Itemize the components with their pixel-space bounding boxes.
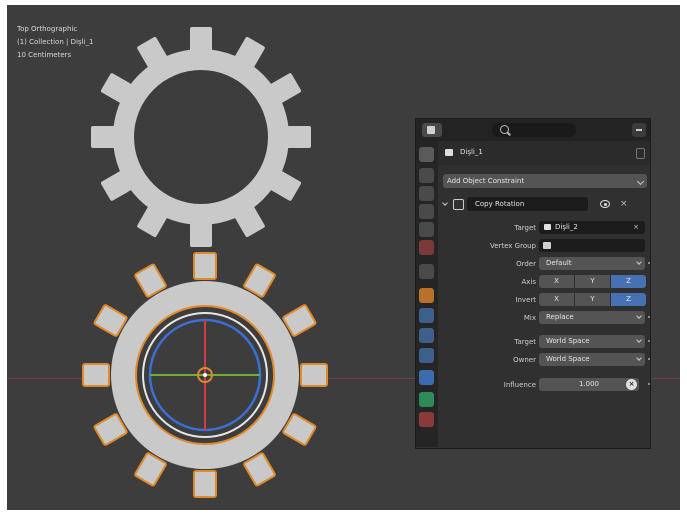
owner-space-label: Owner: [513, 356, 536, 364]
render-tab-icon[interactable]: [419, 168, 434, 183]
target-label: Target: [514, 224, 536, 232]
mix-value: Replace: [546, 313, 574, 321]
axis-y-toggle[interactable]: Y: [575, 275, 610, 288]
vertex-group-row: Vertex Group: [438, 239, 650, 253]
search-input[interactable]: [492, 123, 576, 137]
properties-panel: Dişli_1 Add Object Constraint Copy Rotat…: [415, 118, 651, 449]
panel-header: [416, 119, 650, 141]
vertex-group-label: Vertex Group: [489, 242, 536, 250]
order-row: Order Default: [438, 257, 650, 271]
invert-y-toggle[interactable]: Y: [575, 293, 610, 306]
vertex-group-field[interactable]: [539, 239, 645, 252]
delete-constraint-button[interactable]: ×: [620, 197, 628, 211]
target-space-value: World Space: [546, 337, 590, 345]
search-icon: [500, 125, 509, 134]
invert-row: Invert X Y Z: [438, 293, 650, 307]
tool-tab-icon[interactable]: [419, 147, 434, 162]
output-tab-icon[interactable]: [419, 186, 434, 201]
target-row: Target Dişli_2 ×: [438, 221, 650, 235]
owner-space-row: Owner World Space: [438, 353, 650, 367]
axis-label: Axis: [521, 278, 536, 286]
modifier-tab-icon[interactable]: [419, 308, 434, 323]
eye-icon[interactable]: [600, 200, 610, 208]
influence-slider[interactable]: 1.000: [539, 378, 639, 391]
gear-bottom-selected[interactable]: [82, 252, 328, 498]
invert-z-toggle[interactable]: Z: [611, 293, 646, 306]
add-object-constraint-button[interactable]: Add Object Constraint: [443, 174, 647, 188]
target-space-label: Target: [514, 338, 536, 346]
owner-space-value: World Space: [546, 355, 590, 363]
object-row: Dişli_1: [438, 141, 650, 165]
options-menu-icon[interactable]: [632, 123, 646, 137]
collapse-chevron-icon[interactable]: [442, 200, 448, 206]
scene-tab-icon[interactable]: [419, 222, 434, 237]
physics-tab-icon[interactable]: [419, 348, 434, 363]
chevron-down-icon: [636, 313, 642, 319]
object-name: Dişli_1: [460, 148, 483, 156]
collection-tab-icon[interactable]: [419, 264, 434, 279]
mix-row: Mix Replace: [438, 311, 650, 325]
keyframe-dot-icon[interactable]: [648, 262, 650, 264]
properties-tabs: [416, 141, 438, 447]
data-tab-icon[interactable]: [419, 392, 434, 407]
material-tab-icon[interactable]: [419, 412, 434, 427]
axis-row: Axis X Y Z: [438, 275, 650, 289]
keyframe-dot-icon[interactable]: [648, 340, 650, 342]
target-value: Dişli_2: [555, 223, 578, 231]
object-icon: [445, 149, 453, 156]
target-space-row: Target World Space: [438, 335, 650, 349]
mix-dropdown[interactable]: Replace: [539, 311, 645, 324]
order-dropdown[interactable]: Default: [539, 257, 645, 270]
keyframe-dot-icon[interactable]: [648, 316, 650, 318]
object-tab-icon[interactable]: [419, 288, 434, 303]
invert-x-toggle[interactable]: X: [539, 293, 574, 306]
clear-target-button[interactable]: ×: [633, 221, 639, 234]
chevron-down-icon: [636, 337, 642, 343]
vertex-group-icon: [543, 242, 551, 249]
particles-tab-icon[interactable]: [419, 328, 434, 343]
constraints-content: Dişli_1 Add Object Constraint Copy Rotat…: [438, 141, 650, 447]
order-label: Order: [516, 260, 536, 268]
axis-toggle-group: X Y Z: [539, 275, 646, 288]
constraint-name: Copy Rotation: [475, 200, 525, 208]
object-icon: [544, 224, 551, 230]
world-tab-icon[interactable]: [419, 240, 434, 255]
pin-icon[interactable]: [636, 148, 645, 159]
axis-x-toggle[interactable]: X: [539, 275, 574, 288]
invert-toggle-group: X Y Z: [539, 293, 646, 306]
influence-row: Influence 1.000 ×: [438, 378, 650, 392]
keyframe-dot-icon[interactable]: [648, 383, 650, 385]
axis-z-toggle[interactable]: Z: [611, 275, 646, 288]
target-field[interactable]: Dişli_2 ×: [539, 221, 645, 234]
invert-label: Invert: [515, 296, 536, 304]
constraint-name-field[interactable]: Copy Rotation: [467, 197, 588, 211]
disable-keep-transform-icon[interactable]: ×: [626, 379, 637, 390]
owner-space-dropdown[interactable]: World Space: [539, 353, 645, 366]
view-layer-tab-icon[interactable]: [419, 204, 434, 219]
order-value: Default: [546, 259, 572, 267]
influence-label: Influence: [503, 381, 536, 389]
3d-viewport[interactable]: Top Orthographic (1) Collection | Dişli_…: [7, 5, 680, 510]
gear-top[interactable]: [91, 27, 311, 247]
chevron-down-icon: [636, 177, 645, 186]
constraint-header: Copy Rotation ×: [440, 196, 650, 212]
target-space-dropdown[interactable]: World Space: [539, 335, 645, 348]
chevron-down-icon: [636, 355, 642, 361]
add-constraint-label: Add Object Constraint: [447, 177, 525, 185]
copy-rotation-icon: [453, 199, 464, 210]
constraints-tab-icon[interactable]: [419, 370, 434, 385]
mix-label: Mix: [523, 314, 536, 322]
keyframe-dot-icon[interactable]: [648, 358, 650, 360]
chevron-down-icon: [636, 259, 642, 265]
editor-type-icon[interactable]: [422, 123, 442, 137]
